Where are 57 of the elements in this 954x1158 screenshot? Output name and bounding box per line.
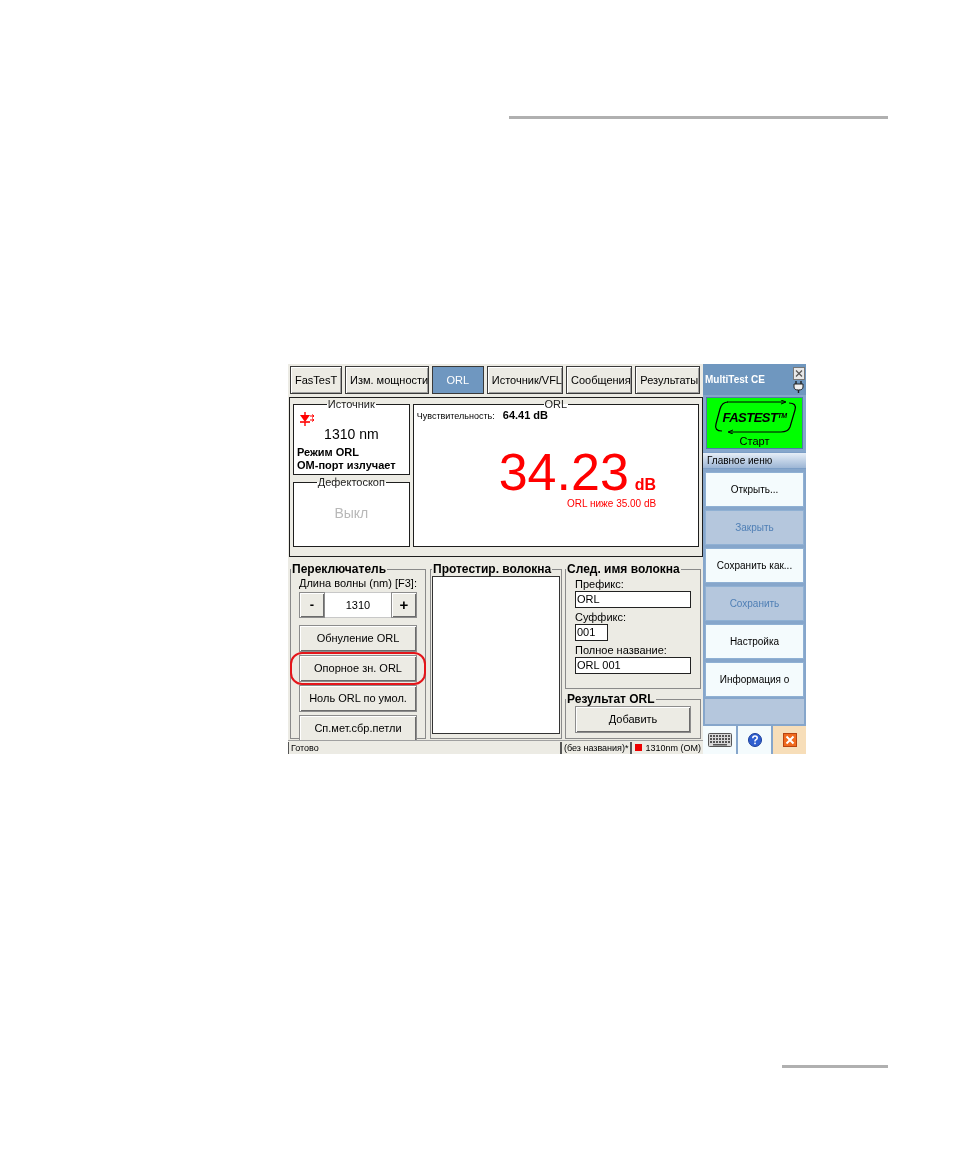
tab[interactable]: Источник/VFL [486,366,563,394]
keyboard-button[interactable] [703,726,736,754]
menu-header: Главное иеню [703,452,806,469]
decrement-button[interactable]: - [299,592,325,618]
panel-title: ORL [543,398,569,410]
close-icon [782,733,797,747]
panel-title: Результат ORL [566,693,656,705]
wavelength-text: 1310 nm [324,426,379,442]
action-button[interactable]: Сп.мет.сбр.петли [299,715,417,742]
orl-unit: dB [634,477,657,493]
wavelength-field[interactable]: 1310 [325,592,391,618]
field-label: Полное название: [575,643,668,657]
tab[interactable]: Изм. мощности [345,366,429,394]
increment-button[interactable]: + [391,592,417,618]
start-button[interactable]: FASTEST$^{TM}$ Старт [706,397,803,449]
tab[interactable]: FasTesT [290,366,342,394]
text-field[interactable]: 001 [575,624,608,641]
tab[interactable]: Результаты [635,366,700,394]
sensitivity-value: 64.41 dB [502,410,549,421]
keyboard-icon [707,733,732,747]
logo-text: FASTEST$^{TM}$ [722,409,787,425]
status-square-icon [635,744,643,751]
app-title: MultiTest CE [704,373,766,387]
menu-item[interactable]: Сохранить как... [705,548,804,583]
text-field[interactable]: ORL 001 [575,657,691,674]
action-button[interactable]: Обнуление ORL [299,625,417,652]
add-button[interactable]: Добавить [575,706,691,733]
status-source: 1310nm (OM) [645,741,701,754]
plug-icon [793,380,804,393]
vfl-status-text: Выкл [334,505,369,521]
diode-icon [299,412,315,426]
orl-warning: ORL ниже 35.00 dB [567,498,657,510]
field-label: Суффикс: [575,610,628,624]
panel-title: Переключатель [291,563,388,575]
sensitivity-label: Чувствительность: [416,411,495,422]
panel-title: След. имя волокна [566,563,681,575]
menu-item[interactable]: Открыть... [705,472,804,507]
status-message: Готово [288,741,560,754]
tab[interactable]: Сообщения [566,366,633,394]
text-field[interactable]: ORL [575,591,691,608]
menu-item[interactable]: Настройка [705,624,804,659]
panel-title: Дефектоскоп [316,476,386,488]
mode-text: Режим ORL [297,446,360,459]
status-file: (без названия)* [559,741,631,754]
panel-title: Источник [326,398,376,410]
close-button[interactable] [773,726,806,754]
field-label: Префикс: [575,577,625,591]
help-icon [747,733,762,747]
action-button[interactable]: Ноль ORL по умол. [299,685,417,712]
menu-item[interactable]: Информация о [705,662,804,697]
port-status-text: ОМ-порт излучает [297,459,397,472]
wavelength-label: Длина волны (nm) [F3]: [299,577,417,590]
panel-title: Протестир. волокна [432,563,553,575]
close-icon[interactable] [792,366,805,380]
help-button[interactable] [738,726,771,754]
orl-value: 34.23 [498,448,629,496]
action-button[interactable]: Опорное зн. ORL [299,655,417,682]
